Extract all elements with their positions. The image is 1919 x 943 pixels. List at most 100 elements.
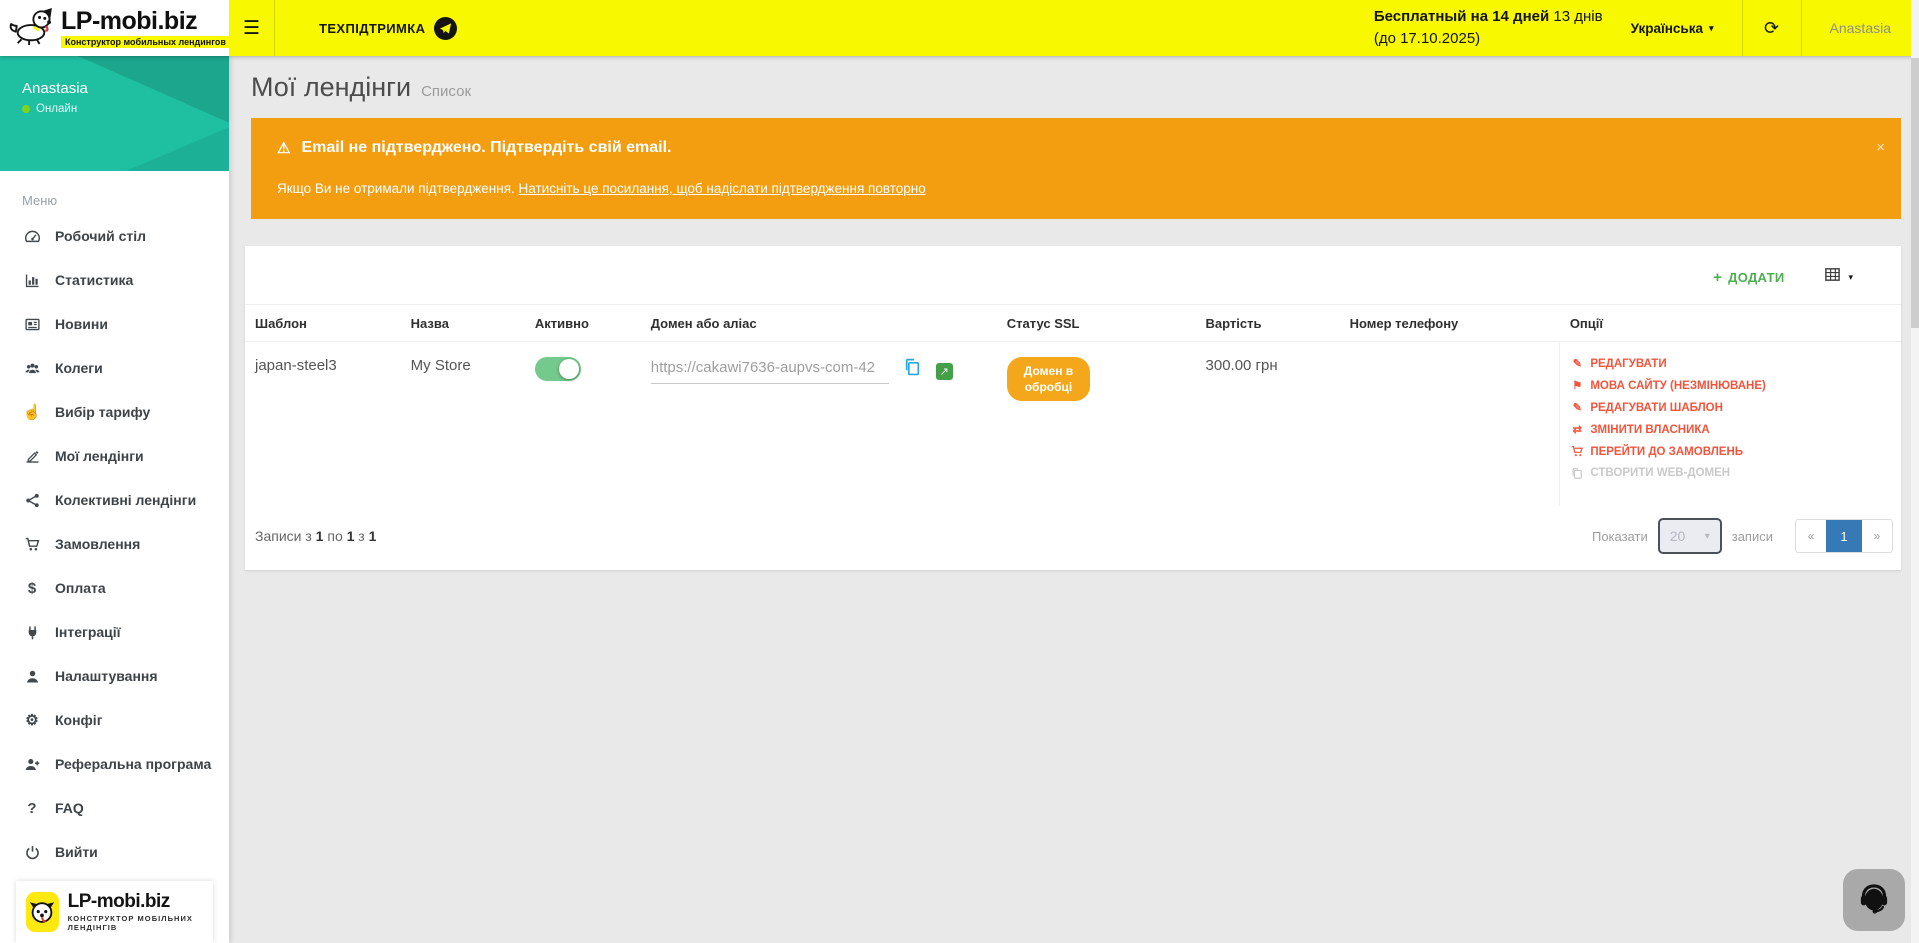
sidebar-item-label: Новини — [55, 316, 108, 332]
column-settings-button[interactable]: ▾ — [1824, 266, 1853, 288]
sidebar-item-label: Статистика — [55, 272, 133, 288]
option-label: ЗМІНИТИ ВЛАСНИКА — [1590, 424, 1709, 436]
refresh-icon: ⟳ — [1764, 18, 1779, 39]
column-header: Шаблон — [245, 305, 401, 342]
prev-page-button[interactable]: « — [1796, 520, 1826, 552]
sidebar-footer-logo[interactable]: LP-mobi.biz КОНСТРУКТОР МОБІЛЬНИХ ЛЕНДІН… — [16, 881, 213, 943]
sidebar-item-label: Оплата — [55, 580, 106, 596]
sidebar-item-label: Вибір тарифу — [55, 404, 150, 420]
change-owner-option[interactable]: ⇄ ЗМІНИТИ ВЛАСНИКА — [1570, 423, 1893, 436]
sidebar-item-label: Реферальна програма — [55, 756, 211, 772]
cart-icon — [1570, 445, 1584, 458]
page-1-button[interactable]: 1 — [1826, 520, 1862, 552]
pagination: « 1 » — [1795, 519, 1893, 553]
add-landing-button[interactable]: + ДОДАТИ — [1713, 269, 1784, 286]
go-to-orders-option[interactable]: ПЕРЕЙТИ ДО ЗАМОВЛЕНЬ — [1570, 445, 1893, 458]
close-icon[interactable]: × — [1876, 140, 1885, 155]
site-language-option[interactable]: ⚑ МОВА САЙТУ (НЕЗМІНЮВАНЕ) — [1570, 379, 1893, 392]
domain-input[interactable]: https://cakawi7636-aupvs-com-42 — [651, 359, 889, 384]
sidebar-item-dashboard[interactable]: Робочий стіл — [0, 214, 229, 258]
menu-toggle-button[interactable]: ☰ — [229, 0, 275, 56]
sidebar-item-orders[interactable]: Замовлення — [0, 522, 229, 566]
headset-icon — [1853, 877, 1895, 924]
sidebar-item-referral[interactable]: Реферальна програма — [0, 742, 229, 786]
scrollbar-track[interactable] — [1911, 0, 1919, 943]
main-content: Мої лендінгиСписок ⚠ Email не підтвердже… — [229, 56, 1919, 943]
dollar-icon: $ — [22, 580, 42, 597]
bar-chart-icon — [22, 272, 42, 289]
panel-toolbar: + ДОДАТИ ▾ — [245, 246, 1901, 304]
sidebar-item-news[interactable]: Новини — [0, 302, 229, 346]
page-size-value: 20 — [1670, 528, 1686, 544]
sidebar-item-settings[interactable]: Налаштування — [0, 654, 229, 698]
flag-icon: ⚑ — [1570, 379, 1584, 392]
plus-icon: + — [1713, 269, 1722, 286]
records-info-text: з — [354, 528, 368, 544]
sidebar-item-statistics[interactable]: Статистика — [0, 258, 229, 302]
chevron-down-icon: ▾ — [1705, 531, 1710, 542]
top-bar-yellow: ☰ ТЕХПІДТРИМКА Бесплатный на 14 дней 13 … — [229, 0, 1919, 56]
external-link-icon[interactable]: ↗ — [936, 363, 953, 380]
support-chat-button[interactable] — [1843, 869, 1905, 931]
sidebar-item-payment[interactable]: $ Оплата — [0, 566, 229, 610]
ssl-badge-line1: Домен в — [1024, 364, 1073, 378]
brand-title: LP-mobi.biz — [61, 8, 197, 34]
ssl-badge-line2: обробці — [1025, 380, 1073, 394]
table-footer: Записи з 1 по 1 з 1 Показати 20 ▾ записи… — [245, 506, 1901, 570]
sidebar-item-collective-landings[interactable]: Колективні лендінги — [0, 478, 229, 522]
next-page-button[interactable]: » — [1862, 520, 1892, 552]
sidebar-item-label: Мої лендінги — [55, 448, 144, 464]
sidebar-item-label: Вийти — [55, 844, 98, 860]
column-header: Назва — [401, 305, 525, 342]
copy-icon[interactable] — [903, 357, 922, 384]
sidebar-item-logout[interactable]: Вийти — [0, 830, 229, 874]
column-header: Номер телефону — [1340, 305, 1560, 342]
power-icon — [22, 844, 42, 861]
edit-option[interactable]: ✎ РЕДАГУВАТИ — [1570, 357, 1893, 370]
sidebar-item-config[interactable]: ⚙ Конфіг — [0, 698, 229, 742]
edit-template-option[interactable]: ✎ РЕДАГУВАТИ ШАБЛОН — [1570, 401, 1893, 414]
name-cell: My Store — [401, 342, 525, 507]
sidebar-item-faq[interactable]: ? FAQ — [0, 786, 229, 830]
records-label: записи — [1732, 529, 1773, 544]
sidebar-item-tariff[interactable]: ☝ Вибір тарифу — [0, 390, 229, 434]
speedometer-icon — [22, 228, 42, 245]
dog-mascot-icon — [8, 7, 54, 50]
sidebar-item-label: FAQ — [55, 800, 84, 816]
alert-title-text: Email не підтверджено. Підтвердіть свій … — [301, 139, 671, 157]
brand-logo[interactable]: LP-mobi.biz Конструктор мобильных лендин… — [0, 0, 229, 56]
footer-brand-title: LP-mobi.biz — [68, 892, 213, 912]
column-header: Домен або аліас — [641, 305, 997, 342]
exchange-icon: ⇄ — [1570, 423, 1584, 436]
sidebar-item-colleagues[interactable]: Колеги — [0, 346, 229, 390]
top-bar: LP-mobi.biz Конструктор мобильных лендин… — [0, 0, 1919, 56]
landings-table: Шаблон Назва Активно Домен або аліас Ста… — [245, 304, 1901, 506]
records-info-text: по — [323, 528, 346, 544]
option-label: РЕДАГУВАТИ ШАБЛОН — [1590, 402, 1723, 414]
scrollbar-thumb[interactable] — [1911, 58, 1919, 328]
active-toggle[interactable] — [535, 357, 581, 381]
add-label: ДОДАТИ — [1728, 270, 1784, 285]
chevron-down-icon: ▾ — [1709, 23, 1714, 34]
plug-icon — [22, 624, 42, 641]
sidebar-item-my-landings[interactable]: Мої лендінги — [0, 434, 229, 478]
language-selector[interactable]: Українська ▾ — [1631, 21, 1714, 36]
trial-days-left: 13 днів — [1549, 8, 1602, 25]
grid-icon — [1824, 266, 1841, 288]
support-button[interactable]: ТЕХПІДТРИМКА — [319, 17, 457, 40]
refresh-button[interactable]: ⟳ — [1743, 0, 1801, 56]
resend-confirmation-link[interactable]: Натисніть це посилання, щоб надіслати пі… — [519, 181, 926, 196]
price-cell: 300.00 грн — [1196, 342, 1340, 507]
sidebar-item-integrations[interactable]: Інтеграції — [0, 610, 229, 654]
user-menu[interactable]: Anastasia — [1802, 0, 1919, 56]
page-size-select[interactable]: 20 ▾ — [1658, 518, 1722, 554]
options-cell: ✎ РЕДАГУВАТИ ⚑ МОВА САЙТУ (НЕЗМІНЮВАНЕ) … — [1560, 342, 1901, 507]
edit-icon: ✎ — [1570, 357, 1584, 370]
gears-icon: ⚙ — [22, 711, 42, 729]
trial-plan: Бесплатный на 14 дней — [1374, 8, 1549, 25]
column-header: Статус SSL — [997, 305, 1196, 342]
share-icon — [22, 492, 42, 509]
menu-section-title: Меню — [0, 171, 229, 214]
username-label: Anastasia — [1830, 20, 1891, 36]
column-header: Активно — [525, 305, 641, 342]
